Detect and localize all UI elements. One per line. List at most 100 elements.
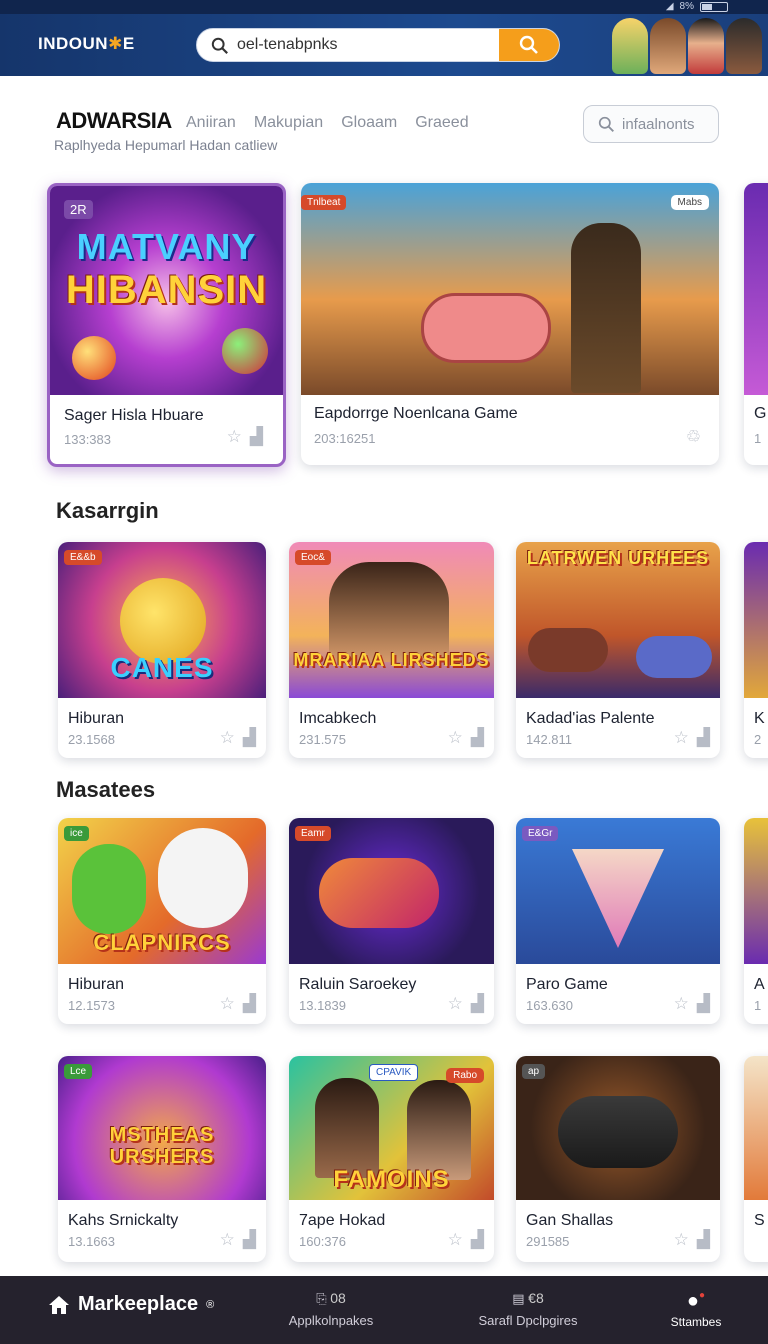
like-icon[interactable]: ▟: [471, 1230, 484, 1250]
game-card[interactable]: CPAVIK Rabo FAMOINS 7ape Hokad 160:376 ☆…: [289, 1056, 494, 1262]
game-count: 231.575: [299, 732, 346, 747]
featured-card[interactable]: G 1: [744, 183, 768, 465]
bottom-navigation: Markeeplace ® ⎘ 08 Applkolnpakes ▤ €8 Sar…: [0, 1276, 768, 1344]
favorite-star-icon[interactable]: ☆: [674, 728, 689, 748]
signal-icon: ◢: [665, 1, 674, 12]
search-button[interactable]: [499, 29, 559, 61]
game-card[interactable]: E&Gr Paro Game 163.630 ☆ ▟: [516, 818, 720, 1024]
battery-level: 8%: [679, 1, 694, 12]
apps-icon: ⎘: [316, 1291, 327, 1306]
game-art-title: LATRWEN URHEES: [526, 548, 710, 568]
controller-art: [636, 636, 712, 678]
nav-apps-label: Applkolnpakes: [288, 1313, 374, 1328]
featured-avatars: [612, 18, 762, 74]
like-icon[interactable]: ▟: [697, 994, 710, 1014]
game-title: A: [754, 976, 765, 993]
nav-marketplace[interactable]: Markeeplace ®: [48, 1293, 214, 1316]
game-thumbnail: LATRWEN URHEES: [516, 542, 720, 698]
game-card[interactable]: A 1: [744, 818, 768, 1024]
app-logo[interactable]: INDOUN✱E: [38, 34, 135, 54]
favorite-star-icon[interactable]: ☆: [674, 1230, 689, 1250]
notification-dot-icon: ●: [699, 1290, 706, 1301]
game-card[interactable]: LATRWEN URHEES Kadad'ias Palente 142.811…: [516, 542, 720, 758]
game-thumbnail: Eoc& MRARIAA LIRSHEDS: [289, 542, 494, 698]
favorite-star-icon[interactable]: ☆: [448, 994, 463, 1014]
like-icon[interactable]: ▟: [471, 994, 484, 1014]
avatar: [726, 18, 762, 74]
game-count: 1: [754, 998, 762, 1013]
tab-graeed[interactable]: Graeed: [415, 114, 468, 132]
game-thumbnail: E&&b CANES: [58, 542, 266, 698]
search-input[interactable]: [237, 29, 497, 61]
tab-aniiran[interactable]: Aniiran: [186, 114, 236, 132]
status-bar: ◢ 8%: [0, 0, 768, 14]
game-card[interactable]: Eamr Raluin Saroekey 13.1839 ☆ ▟: [289, 818, 494, 1024]
game-card[interactable]: E&&b CANES Hiburan 23.1568 ☆ ▟: [58, 542, 266, 758]
favorite-star-icon[interactable]: ☆: [448, 1230, 463, 1250]
avatar: [650, 18, 686, 74]
game-art-subtitle: HIBANSIN: [65, 268, 268, 312]
character-art: [407, 1080, 471, 1180]
featured-card[interactable]: 2R MATVANY HIBANSIN Sager Hisla Hbuare 1…: [47, 183, 286, 467]
logo-star-icon: ✱: [108, 34, 123, 53]
favorite-star-icon[interactable]: ☆: [227, 427, 242, 447]
game-card[interactable]: ice CLAPNIRCS Hiburan 12.1573 ☆ ▟: [58, 818, 266, 1024]
tab-gloaam[interactable]: Gloaam: [341, 114, 397, 132]
like-icon[interactable]: ▟: [471, 728, 484, 748]
like-icon[interactable]: ▟: [243, 994, 256, 1014]
game-title: 7ape Hokad: [299, 1212, 386, 1229]
game-count: 13.1663: [68, 1234, 115, 1249]
character-art: [571, 223, 641, 393]
like-icon[interactable]: ▟: [697, 1230, 710, 1250]
favorite-star-icon[interactable]: ☆: [448, 728, 463, 748]
secondary-search[interactable]: infaalnonts: [583, 105, 719, 143]
game-card[interactable]: K 2: [744, 542, 768, 758]
category-tabs: Aniiran Makupian Gloaam Graeed: [186, 114, 469, 132]
game-thumbnail: [744, 818, 768, 964]
store-content: ADWARSIA Aniiran Makupian Gloaam Graeed …: [0, 76, 768, 1276]
controller-art: [558, 1096, 678, 1168]
character-art: [329, 562, 449, 662]
apps-count: 08: [330, 1290, 346, 1306]
main-search[interactable]: [196, 28, 560, 62]
game-count: 203:16251: [314, 431, 376, 446]
nav-stats[interactable]: ●● Sttambes: [664, 1290, 728, 1329]
like-icon[interactable]: ▟: [243, 1230, 256, 1250]
search-button-icon: [519, 35, 538, 54]
game-card[interactable]: Lce MSTHEAS URSHERS Kahs Srnickalty 13.1…: [58, 1056, 266, 1262]
like-icon[interactable]: ▟: [250, 427, 263, 447]
secondary-search-placeholder: infaalnonts: [622, 116, 695, 133]
nav-marketplace-label: Markeeplace: [78, 1293, 199, 1315]
game-thumbnail: 2R MATVANY HIBANSIN: [50, 186, 283, 395]
game-art-title: MSTHEAS URSHERS: [109, 1124, 215, 1168]
game-card[interactable]: Eoc& MRARIAA LIRSHEDS Imcabkech 231.575 …: [289, 542, 494, 758]
card-badge: CPAVIK: [369, 1064, 419, 1081]
game-art-title: FAMOINS: [333, 1166, 450, 1193]
featured-card[interactable]: Tnlbeat Mabs Eapdorrge Noenlcana Game 20…: [301, 183, 719, 465]
home-icon: [49, 1295, 69, 1314]
favorite-star-icon[interactable]: ☆: [220, 994, 235, 1014]
like-icon[interactable]: ▟: [243, 728, 256, 748]
like-outline-icon[interactable]: ♲: [686, 427, 701, 447]
game-title: Kahs Srnickalty: [68, 1212, 179, 1229]
nav-developers[interactable]: ▤ €8 Sarafl Dpclpgires: [478, 1290, 578, 1328]
game-art-title: CANES: [110, 652, 214, 683]
app-header: INDOUN✱E: [0, 14, 768, 76]
tab-makupian[interactable]: Makupian: [254, 114, 323, 132]
nav-applications[interactable]: ⎘ 08 Applkolnpakes: [286, 1290, 376, 1328]
game-card[interactable]: ap Gan Shallas 291585 ☆ ▟: [516, 1056, 720, 1262]
like-icon[interactable]: ▟: [697, 728, 710, 748]
card-badge: Eamr: [295, 826, 331, 841]
game-title: Hiburan: [68, 976, 125, 993]
profile-icon: ●: [686, 1290, 700, 1312]
favorite-star-icon[interactable]: ☆: [220, 1230, 235, 1250]
card-badge: ice: [64, 826, 89, 841]
favorite-star-icon[interactable]: ☆: [220, 728, 235, 748]
game-thumbnail: E&Gr: [516, 818, 720, 964]
card-badge: Tnlbeat: [301, 195, 347, 210]
game-card[interactable]: S: [744, 1056, 768, 1262]
favorite-star-icon[interactable]: ☆: [674, 994, 689, 1014]
game-count: 23.1568: [68, 732, 115, 747]
game-thumbnail: CPAVIK Rabo FAMOINS: [289, 1056, 494, 1200]
character-art: [315, 1078, 379, 1178]
